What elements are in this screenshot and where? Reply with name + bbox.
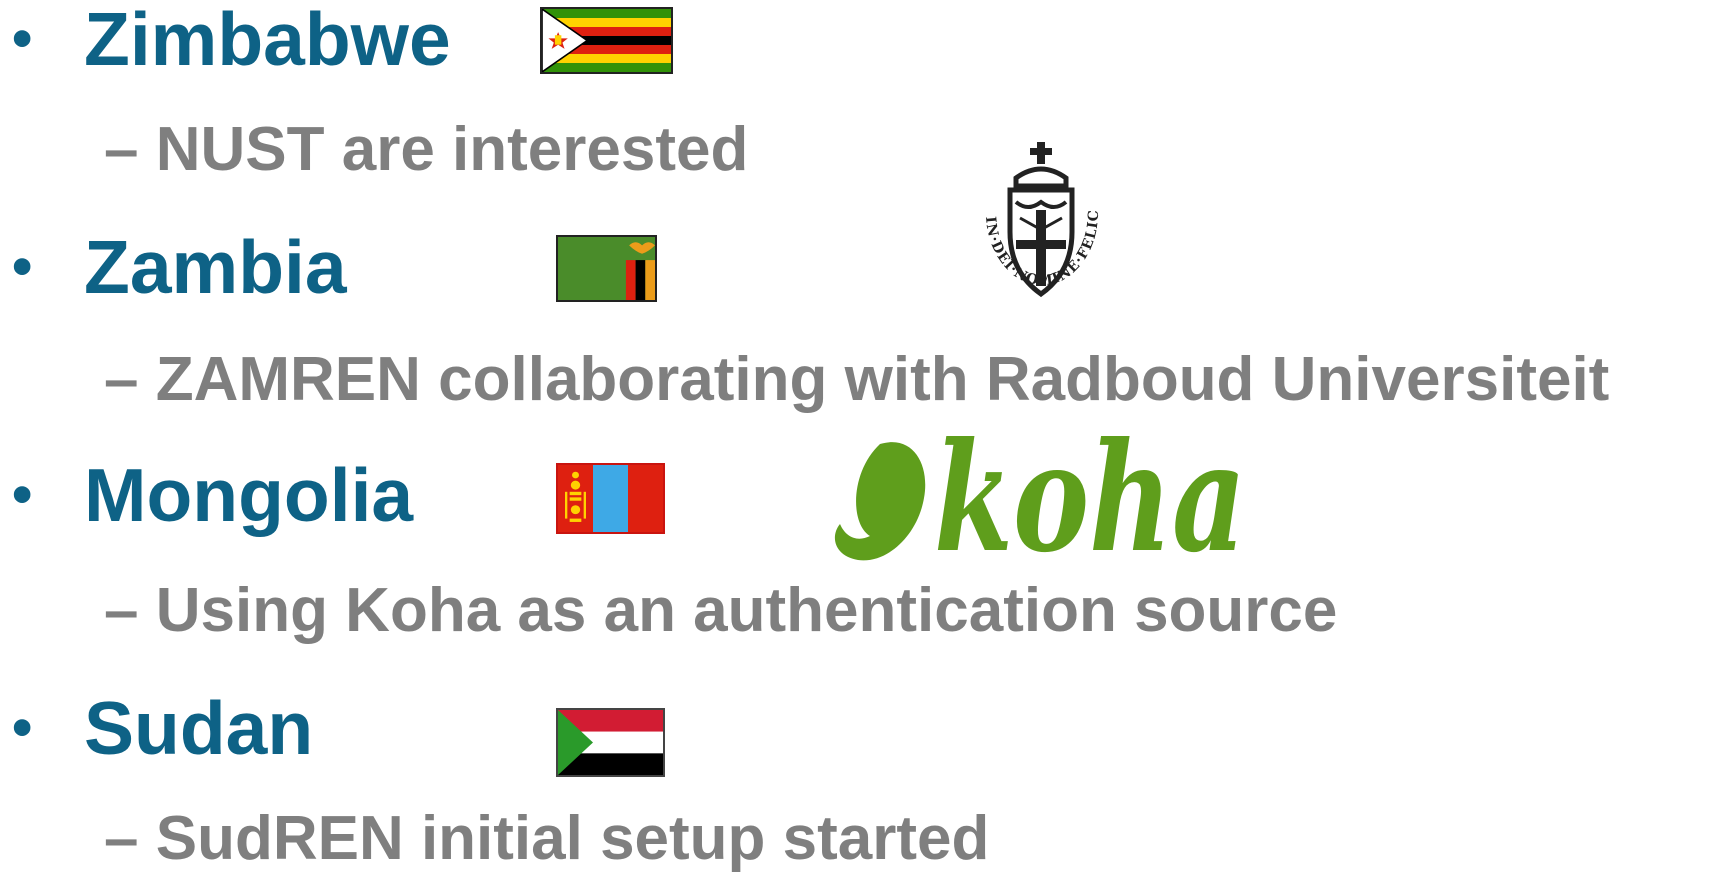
dash: –: [104, 345, 139, 414]
koha-logo-icon: koha: [834, 432, 1246, 568]
bullet: •: [12, 462, 33, 527]
mongolia-flag-icon: [556, 463, 665, 534]
bullet: •: [12, 6, 33, 71]
sudan-flag-icon: [556, 708, 665, 777]
zimbabwe-flag-icon: [540, 7, 673, 74]
detail-sudan: – SudREN initial setup started: [104, 799, 989, 879]
country-mongolia: Mongolia: [84, 453, 414, 537]
zambia-flag-icon: [556, 235, 657, 302]
detail-text: Using Koha as an authentication source: [155, 576, 1338, 645]
detail-text: NUST are interested: [155, 115, 749, 184]
detail-zambia: – ZAMREN collaborating with Radboud Univ…: [104, 340, 1609, 420]
koha-logo-text: koha: [934, 432, 1246, 568]
country-sudan: Sudan: [84, 686, 314, 770]
bullet: •: [12, 234, 33, 299]
country-zimbabwe: Zimbabwe: [84, 0, 451, 81]
detail-mongolia: – Using Koha as an authentication source: [104, 571, 1337, 651]
dash: –: [104, 115, 139, 184]
radboud-seal-icon: IN·DEI·NOMINE·FELICITER: [972, 138, 1101, 298]
bullet: •: [12, 695, 33, 760]
country-zambia: Zambia: [84, 225, 347, 309]
dash: –: [104, 804, 139, 873]
detail-text: SudREN initial setup started: [155, 804, 990, 873]
detail-zimbabwe: – NUST are interested: [104, 110, 748, 190]
detail-text: ZAMREN collaborating with Radboud Univer…: [155, 345, 1610, 414]
dash: –: [104, 576, 139, 645]
